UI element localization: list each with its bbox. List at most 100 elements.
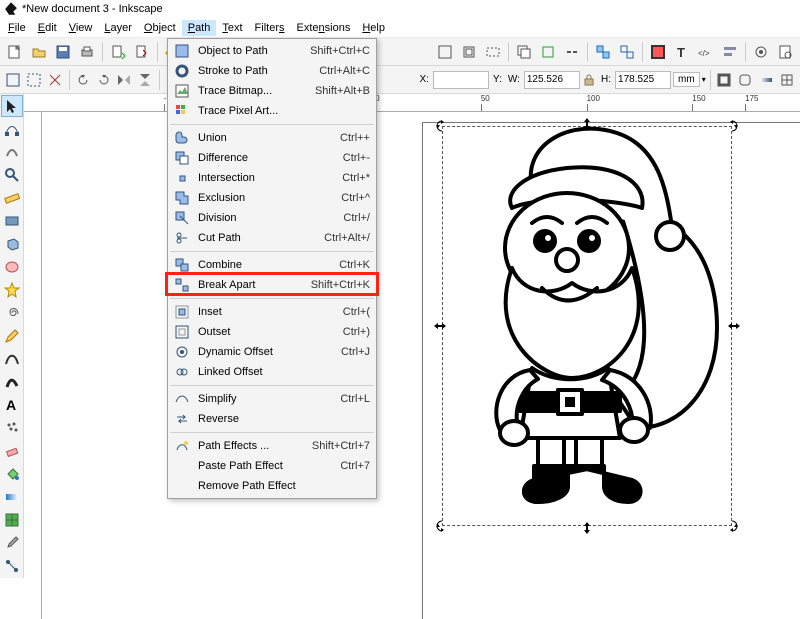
menu-item-stroke-to-path[interactable]: Stroke to PathCtrl+Alt+C (168, 61, 376, 81)
open-icon[interactable] (28, 41, 50, 63)
affect-stroke-icon[interactable] (715, 69, 734, 91)
duplicate-icon[interactable] (513, 41, 535, 63)
group-icon[interactable] (592, 41, 614, 63)
handle-rotate-ne[interactable] (726, 120, 738, 132)
menu-extensions[interactable]: Extensions (291, 20, 357, 36)
h-input[interactable] (615, 71, 671, 89)
text-dialog-icon[interactable]: T (671, 41, 693, 63)
menu-item-dynamic-offset[interactable]: Dynamic OffsetCtrl+J (168, 342, 376, 362)
tool-node[interactable] (1, 118, 23, 140)
save-icon[interactable] (52, 41, 74, 63)
unlink-clone-icon[interactable] (561, 41, 583, 63)
menu-object[interactable]: Object (138, 20, 182, 36)
select-all-layers-icon[interactable] (4, 69, 23, 91)
menu-item-cut-path[interactable]: Cut PathCtrl+Alt+/ (168, 228, 376, 248)
menu-item-difference[interactable]: DifferenceCtrl+- (168, 148, 376, 168)
export-icon[interactable] (131, 41, 153, 63)
menu-item-linked-offset[interactable]: Linked Offset (168, 362, 376, 382)
tool-pencil[interactable] (1, 325, 23, 347)
menu-layer[interactable]: Layer (98, 20, 138, 36)
handle-rotate-sw[interactable] (436, 520, 448, 532)
xml-icon[interactable]: </> (695, 41, 717, 63)
canvas[interactable] (42, 112, 800, 619)
tool-rect[interactable] (1, 210, 23, 232)
tool-connector[interactable] (1, 555, 23, 577)
menu-item-division[interactable]: DivisionCtrl+/ (168, 208, 376, 228)
handle-scale-e[interactable] (728, 320, 740, 332)
handle-scale-w[interactable] (434, 320, 446, 332)
handle-rotate-nw[interactable] (436, 120, 448, 132)
ungroup-icon[interactable] (616, 41, 638, 63)
affect-gradient-icon[interactable] (756, 69, 775, 91)
tool-gradient[interactable] (1, 486, 23, 508)
menu-view[interactable]: View (63, 20, 99, 36)
tool-text[interactable]: A (1, 394, 23, 416)
menu-edit[interactable]: Edit (32, 20, 63, 36)
flip-h-icon[interactable] (115, 69, 134, 91)
menu-item-intersection[interactable]: IntersectionCtrl+* (168, 168, 376, 188)
tool-bezier[interactable] (1, 348, 23, 370)
rotate-ccw-icon[interactable] (73, 69, 92, 91)
menu-item-simplify[interactable]: SimplifyCtrl+L (168, 389, 376, 409)
prefs-icon[interactable] (750, 41, 772, 63)
menu-item-union[interactable]: UnionCtrl++ (168, 128, 376, 148)
tool-dropper[interactable] (1, 532, 23, 554)
menu-item-remove-path-effect[interactable]: Remove Path Effect (168, 476, 376, 496)
menu-item-inset[interactable]: InsetCtrl+( (168, 302, 376, 322)
doc-props-icon[interactable] (774, 41, 796, 63)
print-icon[interactable] (76, 41, 98, 63)
tool-mesh[interactable] (1, 509, 23, 531)
select-all-icon[interactable] (25, 69, 44, 91)
tool-spiral[interactable] (1, 302, 23, 324)
dynamic-offset-icon (174, 344, 190, 360)
w-input[interactable] (524, 71, 580, 89)
affect-corners-icon[interactable] (735, 69, 754, 91)
menu-item-reverse[interactable]: Reverse (168, 409, 376, 429)
menu-item-path-effects[interactable]: Path Effects ...Shift+Ctrl+7 (168, 436, 376, 456)
tool-selector[interactable] (1, 95, 23, 117)
tool-eraser[interactable] (1, 440, 23, 462)
tool-zoom[interactable] (1, 164, 23, 186)
units-label[interactable]: mm (673, 72, 700, 87)
menu-item-shortcut: Ctrl+K (339, 259, 370, 271)
menu-file[interactable]: File (2, 20, 32, 36)
tool-calligraphy[interactable] (1, 371, 23, 393)
lock-aspect-icon[interactable] (582, 71, 597, 89)
menu-item-outset[interactable]: OutsetCtrl+) (168, 322, 376, 342)
menu-help[interactable]: Help (356, 20, 391, 36)
fill-stroke-icon[interactable] (647, 41, 669, 63)
zoom-selection-icon[interactable] (482, 41, 504, 63)
menu-item-trace-bitmap[interactable]: Trace Bitmap...Shift+Alt+B (168, 81, 376, 101)
zoom-page-icon[interactable] (434, 41, 456, 63)
flip-v-icon[interactable] (136, 69, 155, 91)
handle-scale-n[interactable] (581, 118, 593, 130)
clone-icon[interactable] (537, 41, 559, 63)
menu-item-break-apart[interactable]: Break ApartShift+Ctrl+K (168, 275, 376, 295)
tool-bucket[interactable] (1, 463, 23, 485)
align-dialog-icon[interactable] (719, 41, 741, 63)
zoom-drawing-icon[interactable] (458, 41, 480, 63)
new-icon[interactable] (4, 41, 26, 63)
tool-3dbox[interactable] (1, 233, 23, 255)
deselect-icon[interactable] (46, 69, 65, 91)
rotate-cw-icon[interactable] (94, 69, 113, 91)
menu-item-combine[interactable]: CombineCtrl+K (168, 255, 376, 275)
tool-ellipse[interactable] (1, 256, 23, 278)
menu-text[interactable]: Text (216, 20, 248, 36)
menu-item-trace-pixel-art[interactable]: Trace Pixel Art... (168, 101, 376, 121)
menu-item-paste-path-effect[interactable]: Paste Path EffectCtrl+7 (168, 456, 376, 476)
menu-item-object-to-path[interactable]: Object to PathShift+Ctrl+C (168, 41, 376, 61)
tool-star[interactable] (1, 279, 23, 301)
menu-item-exclusion[interactable]: ExclusionCtrl+^ (168, 188, 376, 208)
tool-spray[interactable] (1, 417, 23, 439)
inset-icon (174, 304, 190, 320)
handle-scale-s[interactable] (581, 522, 593, 534)
import-icon[interactable] (107, 41, 129, 63)
menu-path[interactable]: Path (182, 20, 217, 36)
menu-filters[interactable]: Filters (249, 20, 291, 36)
tool-tweak[interactable] (1, 141, 23, 163)
tool-measure[interactable] (1, 187, 23, 209)
handle-rotate-se[interactable] (726, 520, 738, 532)
affect-pattern-icon[interactable] (777, 69, 796, 91)
x-input[interactable] (433, 71, 489, 89)
